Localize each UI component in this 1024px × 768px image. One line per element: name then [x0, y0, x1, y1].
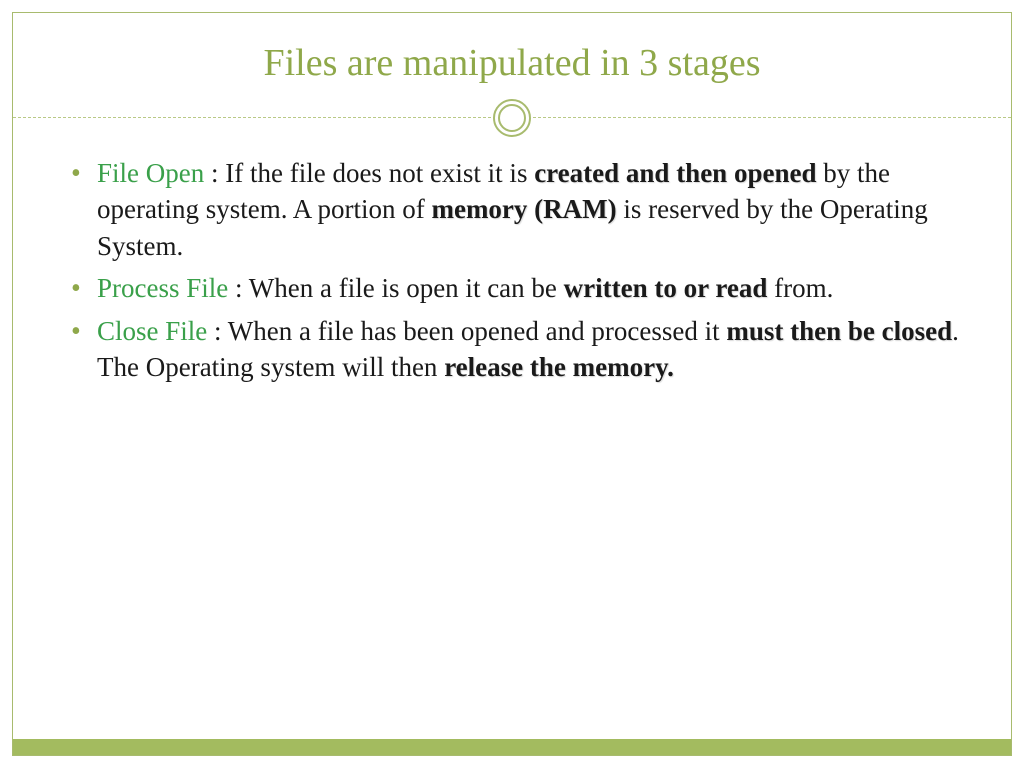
title-divider: [13, 97, 1011, 137]
footer-accent-bar: [13, 739, 1011, 755]
bullet-bold: created and then opened: [534, 158, 816, 188]
list-item: Close File : When a file has been opened…: [63, 313, 961, 386]
bullet-term: Close File: [97, 316, 207, 346]
list-item: File Open : If the file does not exist i…: [63, 155, 961, 264]
slide-frame: Files are manipulated in 3 stages File O…: [12, 12, 1012, 756]
bullet-list: File Open : If the file does not exist i…: [63, 155, 961, 386]
bullet-bold: release the memory.: [444, 352, 674, 382]
bullet-bold: memory (RAM): [431, 194, 616, 224]
bullet-text: from.: [767, 273, 833, 303]
divider-circle: [493, 99, 531, 137]
bullet-term: File Open: [97, 158, 204, 188]
bullet-text: : When a file is open it can be: [228, 273, 563, 303]
bullet-text: : When a file has been opened and proces…: [207, 316, 726, 346]
bullet-bold: must then be closed: [726, 316, 952, 346]
bullet-term: Process File: [97, 273, 228, 303]
bullet-bold: written to or read: [564, 273, 768, 303]
list-item: Process File : When a file is open it ca…: [63, 270, 961, 306]
slide-title: Files are manipulated in 3 stages: [13, 13, 1011, 105]
slide-content: File Open : If the file does not exist i…: [13, 137, 1011, 386]
bullet-text: : If the file does not exist it is: [204, 158, 534, 188]
